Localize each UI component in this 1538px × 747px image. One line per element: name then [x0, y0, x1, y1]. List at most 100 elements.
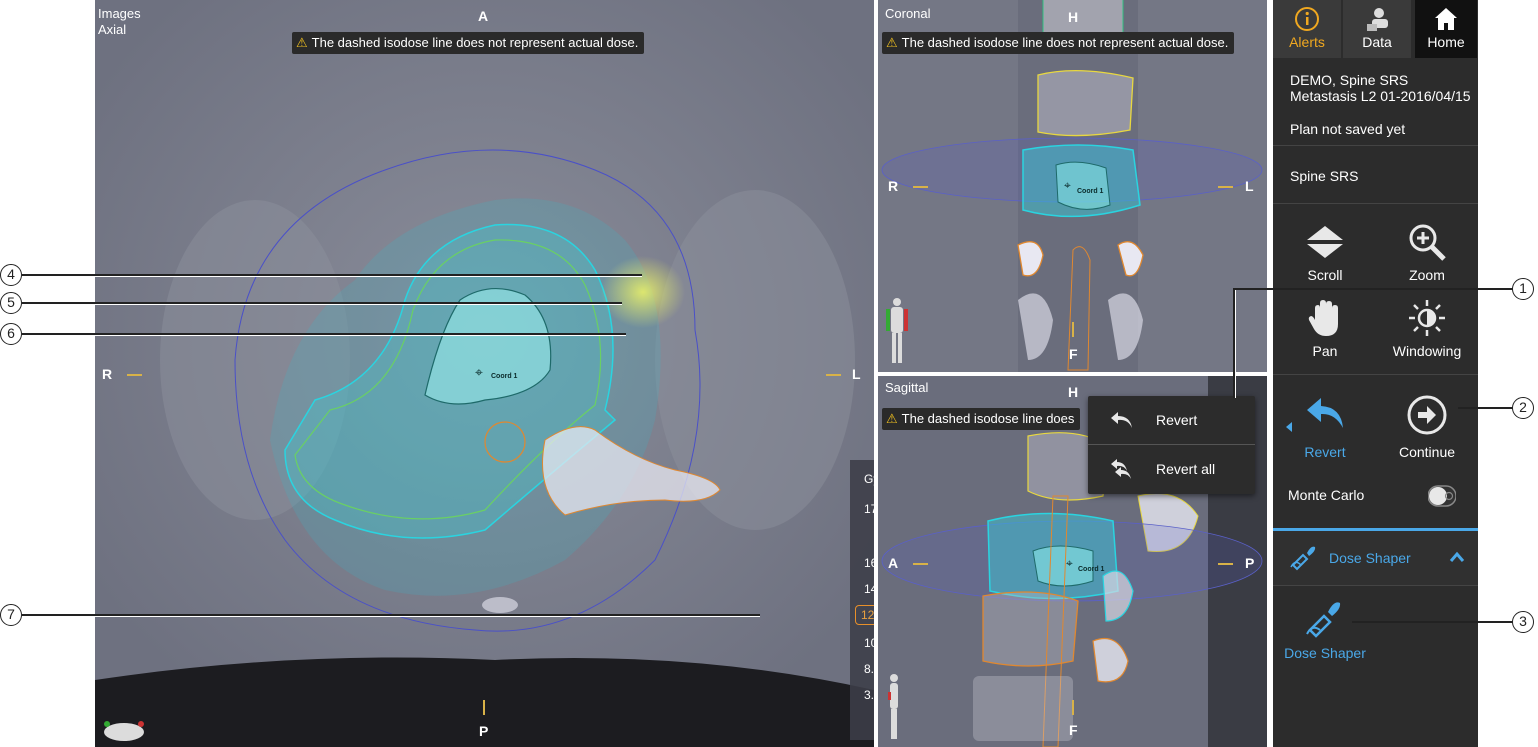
home-tab[interactable]: Home: [1415, 0, 1477, 58]
callout-7: 7: [0, 604, 22, 626]
crosshair-icon[interactable]: ⌖: [1064, 178, 1071, 193]
sagittal-title: Sagittal: [885, 380, 929, 395]
axial-left-marker: [127, 374, 142, 376]
callout-5: 5: [0, 292, 22, 314]
body-orientation-icon: [99, 714, 149, 742]
body-figure-side-icon: [886, 672, 902, 742]
zoom-label: Zoom: [1409, 267, 1445, 283]
sagittal-orient-top: H: [1068, 384, 1079, 400]
axial-orient-left: R: [102, 366, 113, 382]
revert-menu-item[interactable]: Revert: [1088, 396, 1255, 444]
dose-color-scale: Gy 17.12 16.00 14.00 12.00 10.00 8.00 3.…: [850, 460, 874, 740]
axial-image: [95, 0, 874, 747]
hand-icon: [1308, 300, 1338, 336]
coronal-warning-text: The dashed isodose line does not represe…: [901, 35, 1229, 50]
warning-icon: ⚠: [886, 35, 898, 50]
crosshair-icon[interactable]: ⌖: [475, 364, 483, 381]
divider: [1273, 585, 1478, 586]
home-icon: [1415, 0, 1477, 34]
sagittal-coord-label: Coord 1: [1078, 566, 1105, 573]
callout-3: 3: [1512, 611, 1534, 633]
axial-orient-top: A: [478, 8, 489, 24]
axial-subtitle: Axial: [98, 22, 127, 37]
coronal-image: [878, 0, 1267, 372]
coronal-right-marker: [1218, 186, 1233, 188]
zoom-icon: [1409, 224, 1446, 261]
plan-name[interactable]: Spine SRS: [1290, 168, 1358, 184]
dose-label: 14.00: [864, 582, 874, 596]
callout-line-1-vertical: [1235, 290, 1236, 398]
divider: [1273, 145, 1478, 146]
dose-label: 17.12: [864, 502, 874, 516]
revert-arrow-icon: [1307, 398, 1343, 428]
coronal-left-marker: [913, 186, 928, 188]
patient-data-icon: [1343, 0, 1411, 34]
callout-6: 6: [0, 323, 22, 345]
axial-bottom-marker: [483, 700, 485, 715]
callout-line-3: [1352, 621, 1522, 623]
dose-scale-unit: Gy: [864, 472, 874, 486]
sagittal-orient-left: A: [888, 555, 899, 571]
axial-coord-label: Coord 1: [491, 373, 518, 380]
callout-line-5: [22, 304, 622, 305]
body-figure-icon: [886, 296, 908, 366]
windowing-icon: [1409, 300, 1445, 336]
warning-icon: ⚠: [886, 411, 898, 426]
monte-carlo-label: Monte Carlo: [1288, 487, 1365, 503]
pan-label: Pan: [1312, 343, 1338, 359]
revert-label: Revert: [1304, 444, 1346, 460]
axial-title: Images: [98, 6, 141, 21]
dose-shaper-header-label: Dose Shaper: [1329, 550, 1411, 566]
coronal-dose-warning: ⚠ The dashed isodose line does not repres…: [882, 32, 1235, 54]
scroll-icon: [1307, 226, 1343, 258]
alerts-tab[interactable]: Alerts: [1273, 0, 1341, 58]
scroll-label: Scroll: [1307, 267, 1343, 283]
axial-dose-warning: ⚠ The dashed isodose line does not repres…: [292, 32, 645, 54]
dose-label: 16.00: [864, 556, 874, 570]
callout-line-6: [22, 335, 626, 336]
dose-label: 8.00: [864, 662, 874, 676]
data-tab[interactable]: Data: [1343, 0, 1411, 58]
alerts-label: Alerts: [1289, 34, 1325, 50]
crosshair-icon[interactable]: ⌖: [1066, 556, 1073, 571]
dose-label-highlighted[interactable]: 12.00: [855, 605, 874, 625]
axial-view[interactable]: Images Axial A ⚠ The dashed isodose line …: [95, 0, 874, 747]
coronal-orient-bottom: F: [1069, 346, 1078, 362]
dose-shaper-tool-label: Dose Shaper: [1284, 645, 1366, 661]
coronal-bottom-marker: [1072, 322, 1074, 337]
axial-orient-bottom: P: [479, 723, 489, 739]
pan-tool[interactable]: Pan: [1275, 298, 1375, 359]
windowing-label: Windowing: [1392, 343, 1462, 359]
revert-all-icon: [1111, 459, 1131, 479]
info-icon: [1273, 0, 1341, 34]
sagittal-warning-text: The dashed isodose line does: [901, 411, 1075, 426]
scroll-tool[interactable]: Scroll: [1275, 222, 1375, 283]
coronal-view[interactable]: Coronal H ⚠ The dashed isodose line does …: [878, 0, 1267, 372]
continue-label: Continue: [1398, 444, 1456, 460]
callout-line-1: [1234, 288, 1522, 290]
sagittal-left-marker: [913, 563, 928, 565]
coronal-orient-right: L: [1245, 178, 1254, 194]
sagittal-orient-right: P: [1245, 555, 1255, 571]
continue-arrow-icon: [1407, 395, 1447, 435]
home-label: Home: [1427, 34, 1465, 50]
chevron-up-icon[interactable]: [1449, 551, 1465, 563]
warning-icon: ⚠: [296, 35, 308, 50]
axial-right-marker: [826, 374, 841, 376]
divider: [1273, 374, 1478, 375]
revert-menu-label: Revert: [1156, 412, 1198, 428]
continue-button[interactable]: Continue: [1377, 394, 1477, 460]
revert-icon: [1111, 412, 1132, 428]
dose-shaper-header[interactable]: Dose Shaper: [1273, 531, 1478, 585]
dose-shaper-tool[interactable]: Dose Shaper: [1275, 598, 1375, 661]
callout-line-7: [22, 616, 760, 617]
coronal-coord-label: Coord 1: [1077, 188, 1104, 195]
windowing-tool[interactable]: Windowing: [1377, 298, 1477, 359]
sagittal-dose-warning: ⚠ The dashed isodose line does: [882, 408, 1081, 430]
monte-carlo-toggle[interactable]: [1427, 482, 1457, 510]
zoom-tool[interactable]: Zoom: [1377, 222, 1477, 283]
sagittal-right-marker: [1218, 563, 1233, 565]
callout-2: 2: [1512, 397, 1534, 419]
revert-button[interactable]: Revert: [1275, 394, 1375, 460]
revert-all-menu-item[interactable]: Revert all: [1088, 445, 1255, 493]
